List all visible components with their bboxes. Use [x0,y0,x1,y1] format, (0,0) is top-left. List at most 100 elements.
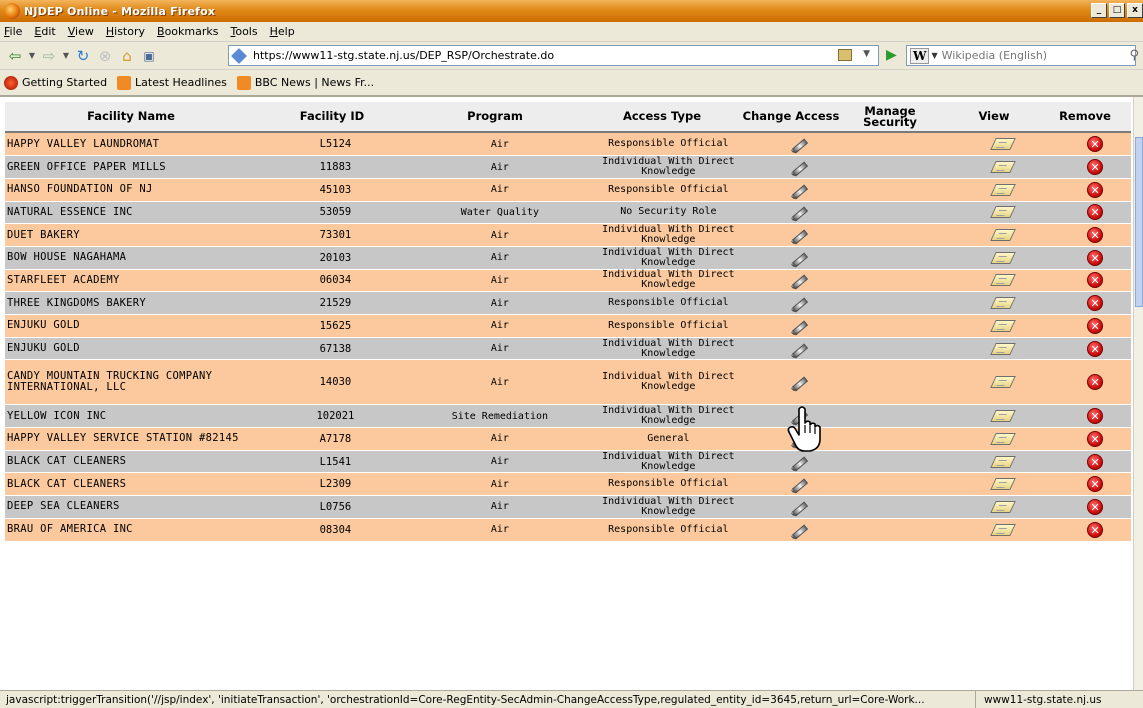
edit-pencil-icon[interactable] [790,522,808,539]
remove-x-icon[interactable]: ✕ [1087,408,1104,425]
home-icon[interactable]: ⌂ [116,45,138,67]
edit-pencil-icon[interactable] [790,272,808,290]
table-row: THREE KINGDOMS BAKERY 21529 Air Responsible… [5,291,1131,315]
view-document-icon[interactable] [990,297,1017,310]
remove-x-icon[interactable]: ✕ [1087,317,1104,334]
menu-view[interactable]: View [68,25,94,38]
reload-icon[interactable]: ↻ [72,45,94,67]
forward-history-dropdown-icon[interactable]: ▼ [60,45,72,67]
remove-x-icon[interactable]: ✕ [1087,374,1104,391]
edit-pencil-icon[interactable] [790,454,808,471]
remove-x-icon[interactable]: ✕ [1087,249,1104,266]
bookmark-latest-headlines[interactable]: Latest Headlines [117,75,227,90]
view-document-icon[interactable] [990,161,1017,174]
bookmark-getting-started[interactable]: Getting Started [4,75,107,90]
go-arrow-icon[interactable]: ▶ [886,47,904,65]
edit-pencil-icon[interactable] [790,250,808,267]
facility-name-cell: HAPPY VALLEY SERVICE STATION #82145 [5,427,260,451]
view-document-icon[interactable] [990,229,1017,242]
access-type-cell: General [588,427,748,451]
view-document-icon[interactable] [990,410,1017,423]
edit-pencil-icon[interactable] [790,136,808,154]
edit-pencil-icon[interactable] [790,374,808,392]
program-cell: Air [410,472,589,497]
view-document-icon[interactable] [990,376,1017,389]
menu-file[interactable]: File [4,25,22,38]
edit-pencil-icon[interactable] [790,227,808,245]
stop-icon[interactable]: ⊗ [94,45,116,67]
remove-x-icon[interactable]: ✕ [1087,136,1104,153]
view-document-icon[interactable] [990,523,1017,536]
menu-help[interactable]: Help [270,25,295,38]
edit-pencil-icon[interactable] [790,204,808,222]
search-engine-dropdown-icon[interactable]: ▼ [931,51,937,60]
remove-x-icon[interactable]: ✕ [1087,181,1104,198]
scrollbar-thumb[interactable] [1135,137,1143,307]
view-document-icon[interactable] [990,206,1017,219]
remove-x-icon[interactable]: ✕ [1087,272,1104,289]
view-document-icon[interactable] [990,455,1017,468]
view-cell [947,314,1059,338]
column-header-facility-id[interactable]: Facility ID [257,110,407,122]
view-document-icon[interactable] [990,478,1017,491]
view-document-icon[interactable] [990,251,1017,264]
view-document-icon[interactable] [990,183,1017,196]
close-button[interactable]: x [1127,3,1143,18]
remove-x-icon[interactable]: ✕ [1087,204,1104,221]
remove-x-icon[interactable]: ✕ [1087,498,1104,515]
menu-history[interactable]: History [106,25,145,38]
view-document-icon[interactable] [990,500,1017,513]
view-cell [947,450,1059,474]
view-document-icon[interactable] [990,342,1017,355]
bookmark-page-icon[interactable]: ▣ [138,45,160,67]
column-header-facility-name[interactable]: Facility Name [5,110,257,122]
minimize-button[interactable]: _ [1091,3,1107,18]
access-type-cell: Individual With Direct Knowledge [588,246,748,270]
remove-x-icon[interactable]: ✕ [1087,476,1104,493]
maximize-button[interactable]: □ [1109,3,1125,18]
search-icon[interactable]: ⚲ [1129,48,1139,63]
facility-id-cell: 14030 [259,359,411,406]
view-document-icon[interactable] [990,274,1017,287]
view-document-icon[interactable] [990,138,1017,151]
remove-cell: ✕ [1058,201,1131,225]
menu-bookmarks[interactable]: Bookmarks [157,25,218,38]
remove-x-icon[interactable]: ✕ [1087,453,1104,470]
menu-tools[interactable]: Tools [230,25,257,38]
wikipedia-logo-icon[interactable]: W [910,47,930,64]
address-bar[interactable]: https://www11-stg.state.nj.us/DEP_RSP/Or… [228,45,879,66]
table-row: ENJUKU GOLD 67138 Air Individual With Direc… [5,337,1131,361]
menu-edit[interactable]: Edit [34,25,55,38]
edit-pencil-icon[interactable] [790,182,808,199]
search-bar[interactable]: W ▼ ⚲ [906,45,1139,66]
edit-pencil-icon[interactable] [790,295,808,313]
manage-security-cell [848,133,948,157]
view-document-icon[interactable] [990,319,1017,332]
edit-pencil-icon[interactable] [790,476,808,494]
change-access-cell [747,246,849,270]
column-header-access-type[interactable]: Access Type [583,110,741,122]
remove-x-icon[interactable]: ✕ [1087,430,1104,447]
column-header-program[interactable]: Program [407,110,583,122]
remove-x-icon[interactable]: ✕ [1087,521,1104,538]
back-arrow-icon[interactable]: ⇦ [4,45,26,67]
window-title-bar[interactable]: NJDEP Online - Mozilla Firefox _ □ x [0,0,1143,22]
edit-pencil-icon[interactable] [790,159,808,177]
view-document-icon[interactable] [990,432,1017,445]
remove-cell: ✕ [1058,450,1131,474]
back-history-dropdown-icon[interactable]: ▼ [26,45,38,67]
remove-x-icon[interactable]: ✕ [1087,295,1104,312]
change-access-cell [747,133,849,157]
vertical-scrollbar[interactable] [1133,97,1143,690]
edit-pencil-icon[interactable] [790,499,808,516]
remove-x-icon[interactable]: ✕ [1087,340,1104,357]
bookmark-bbc-news[interactable]: BBC News | News Fr... [236,75,374,90]
search-input[interactable] [941,49,1112,62]
url-dropdown-icon[interactable]: ▼ [863,49,870,59]
lock-icon[interactable] [838,49,852,61]
edit-pencil-icon[interactable] [790,318,808,335]
edit-pencil-icon[interactable] [790,341,808,358]
remove-x-icon[interactable]: ✕ [1087,159,1104,176]
forward-arrow-icon[interactable]: ⇨ [38,45,60,67]
remove-x-icon[interactable]: ✕ [1087,227,1104,244]
